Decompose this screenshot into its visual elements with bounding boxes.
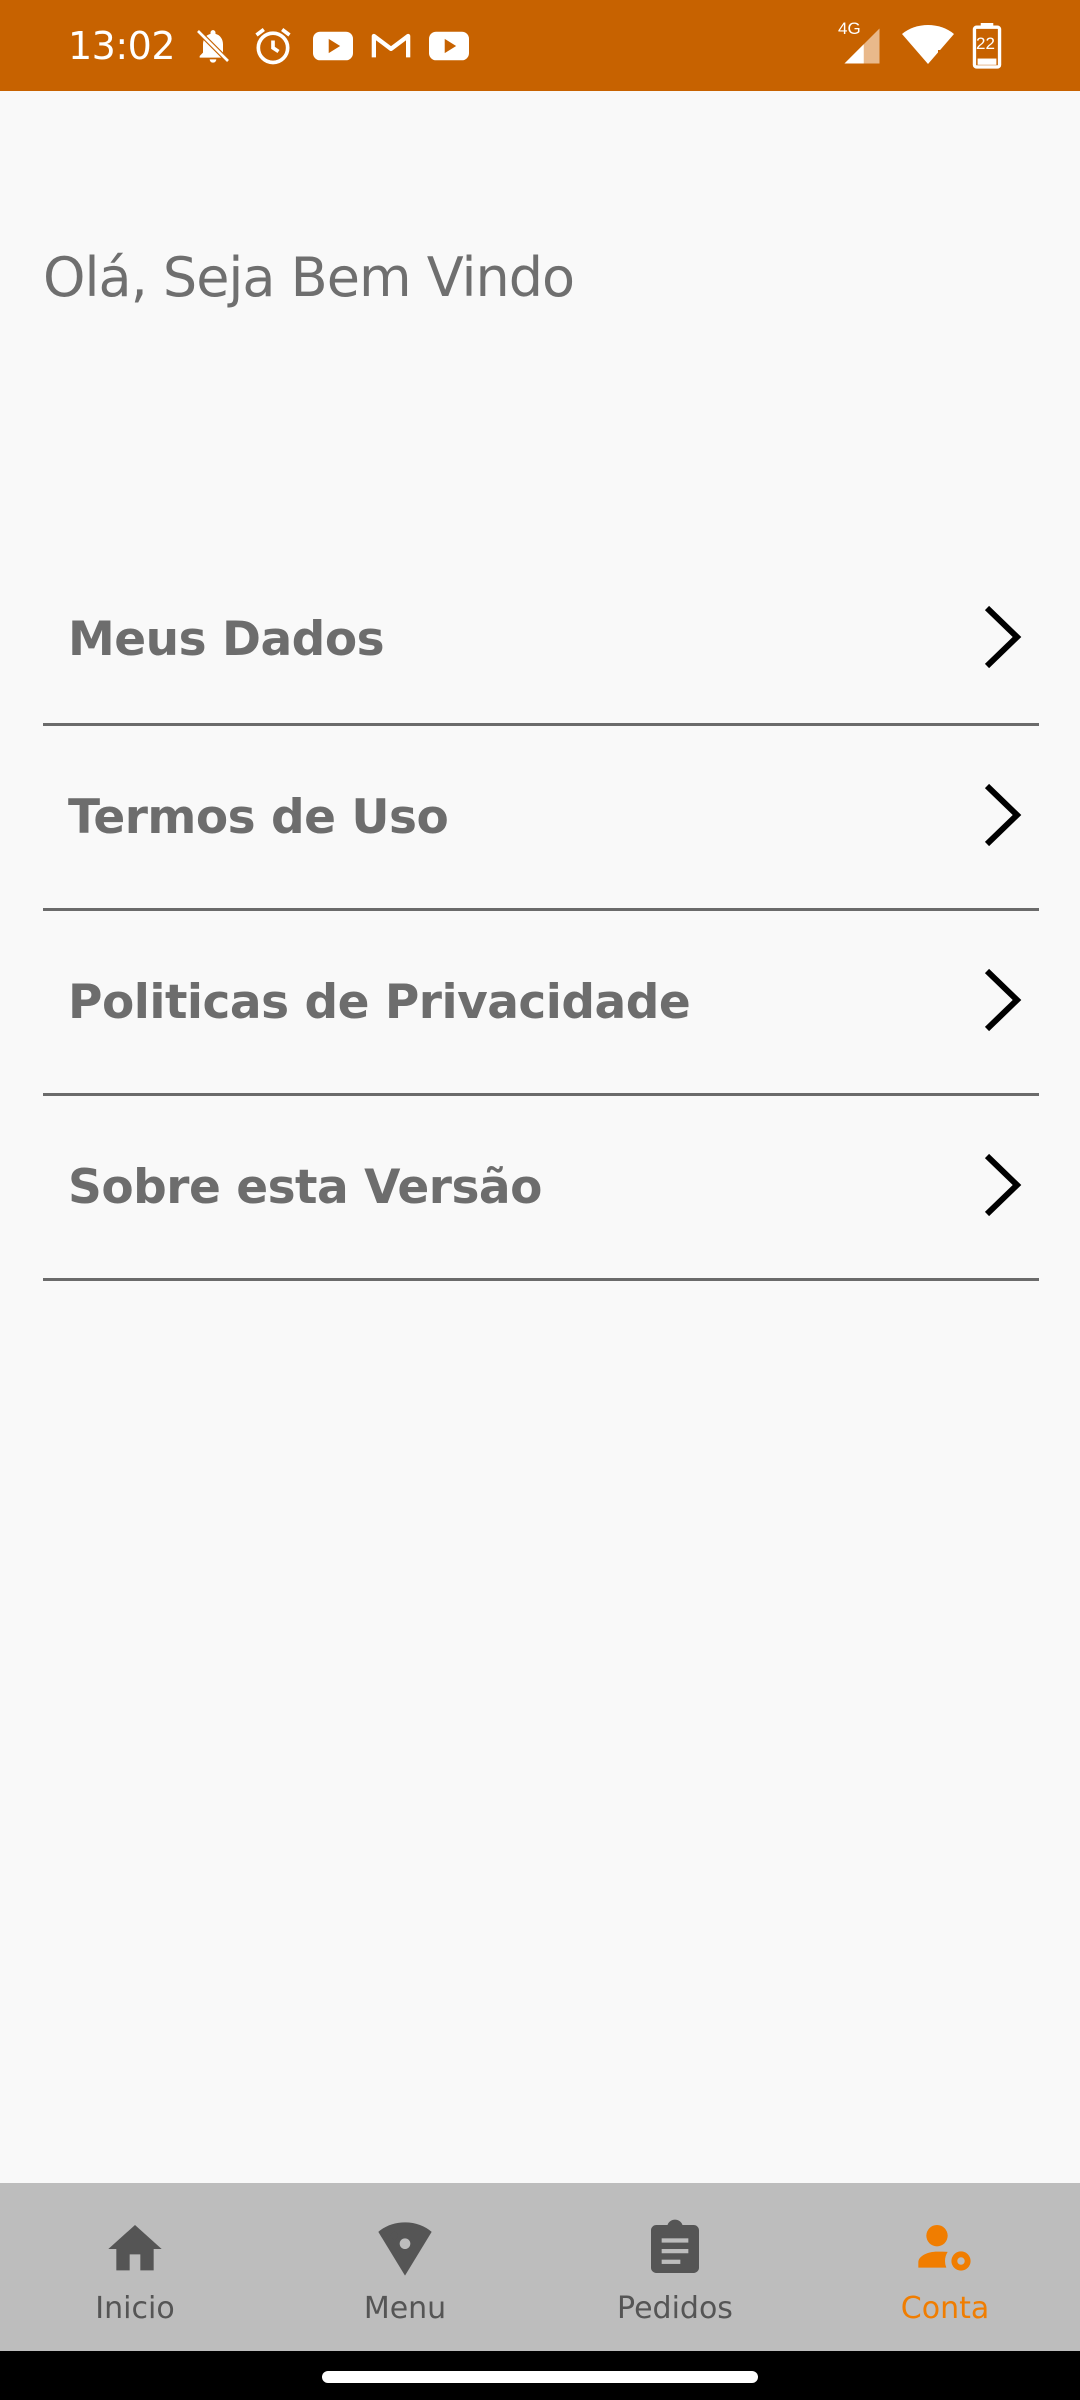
nav-item-pedidos[interactable]: Pedidos	[540, 2183, 810, 2351]
chevron-right-icon	[977, 965, 1027, 1040]
nav-label: Pedidos	[617, 2290, 733, 2326]
pizza-icon	[378, 2221, 432, 2276]
menu-item-politicas-de-privacidade[interactable]: Politicas de Privacidade	[43, 911, 1039, 1096]
bell-off-icon	[193, 25, 233, 67]
network-type: 4G	[838, 18, 861, 38]
menu-item-sobre-esta-versao[interactable]: Sobre esta Versão	[43, 1096, 1039, 1281]
status-bar: 13:02 4G 22	[0, 0, 1080, 91]
menu-item-label: Meus Dados	[68, 612, 385, 667]
home-gesture-handle[interactable]	[322, 2371, 758, 2383]
gmail-icon	[371, 31, 411, 61]
nav-label: Menu	[363, 2290, 447, 2326]
nav-label: Conta	[900, 2290, 990, 2326]
chevron-right-icon	[977, 1150, 1027, 1225]
clipboard-icon	[651, 2219, 699, 2273]
signal-icon: 4G	[838, 19, 884, 67]
bottom-navigation: Inicio Menu Pedidos Conta	[0, 2183, 1080, 2351]
menu-item-label: Termos de Uso	[68, 789, 449, 845]
system-icons: 4G 22	[838, 0, 1002, 91]
menu-item-termos-de-uso[interactable]: Termos de Uso	[43, 726, 1039, 911]
chevron-right-icon	[977, 602, 1027, 677]
battery-level: 22	[976, 33, 995, 53]
nav-label: Inicio	[95, 2290, 175, 2326]
wifi-icon	[902, 24, 954, 67]
menu-item-label: Sobre esta Versão	[68, 1159, 542, 1215]
youtube-icon	[313, 31, 354, 61]
battery-icon: 22	[972, 22, 1002, 69]
status-time: 13:02	[68, 23, 176, 68]
notification-icons	[193, 24, 470, 68]
chevron-right-icon	[977, 780, 1027, 855]
nav-item-menu[interactable]: Menu	[270, 2183, 540, 2351]
alarm-icon	[251, 24, 295, 68]
youtube-icon	[429, 31, 470, 61]
menu-item-meus-dados[interactable]: Meus Dados	[43, 556, 1039, 726]
home-icon	[108, 2224, 162, 2270]
nav-item-conta[interactable]: Conta	[810, 2183, 1080, 2351]
account-menu: Meus Dados Termos de Uso Politicas de Pr…	[43, 556, 1039, 1281]
user-settings-icon	[918, 2224, 971, 2271]
menu-item-label: Politicas de Privacidade	[68, 974, 691, 1030]
nav-item-inicio[interactable]: Inicio	[0, 2183, 270, 2351]
greeting-title: Olá, Seja Bem Vindo	[43, 246, 575, 309]
gesture-navigation-area	[0, 2351, 1080, 2400]
